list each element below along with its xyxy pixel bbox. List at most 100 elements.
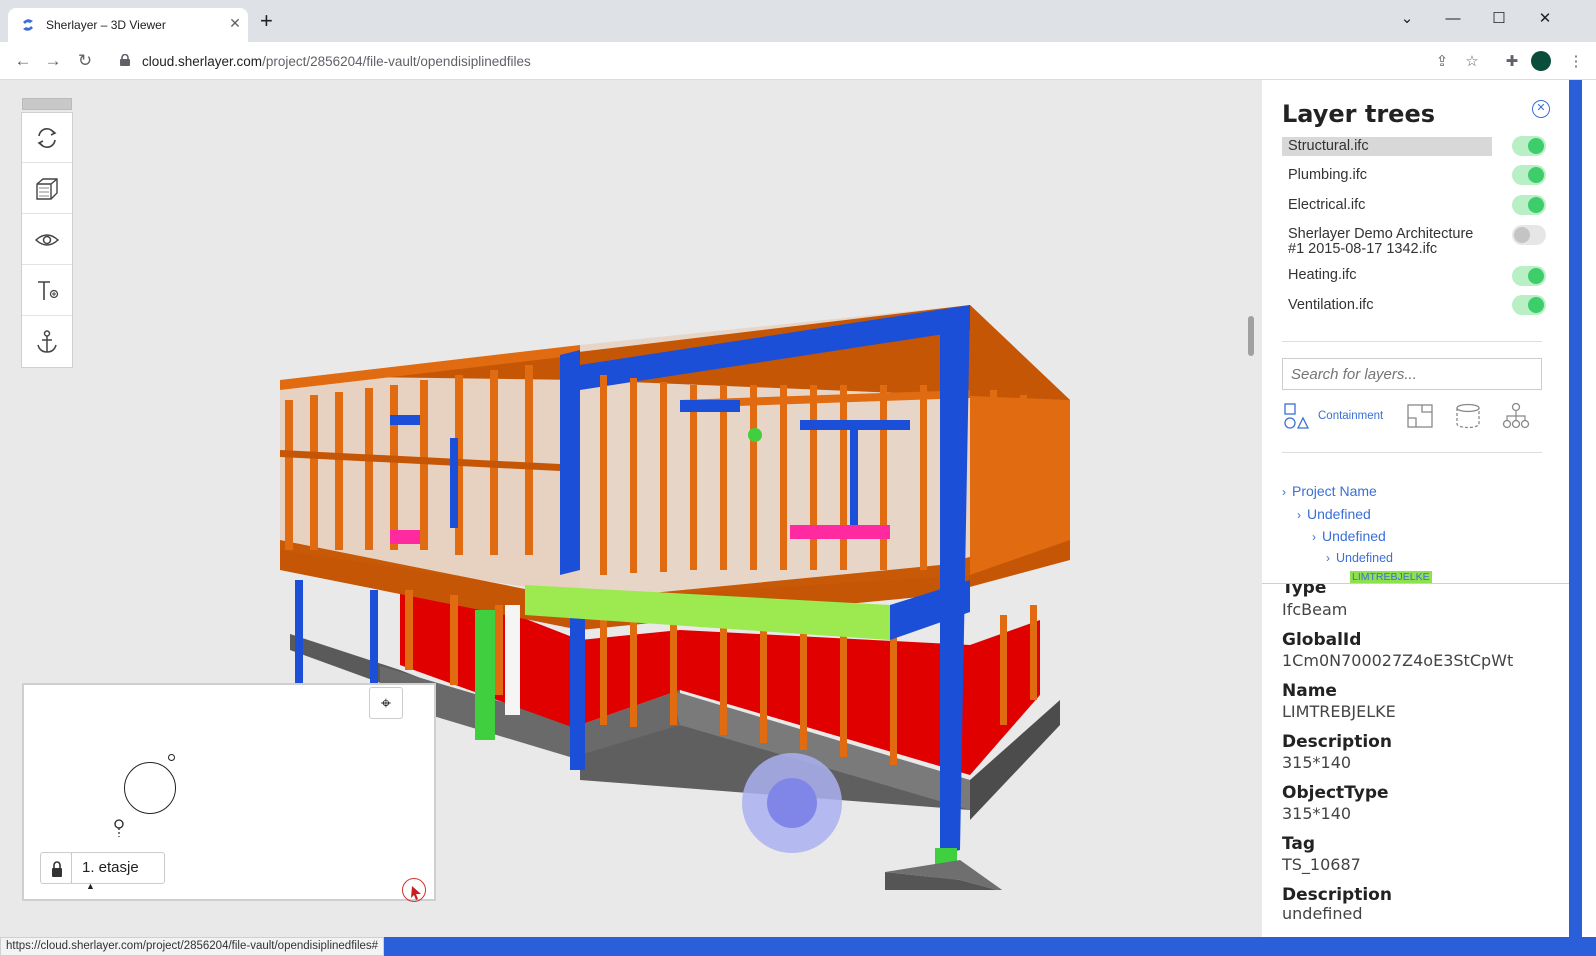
rotate-icon bbox=[37, 128, 57, 148]
layer-toggle-structural[interactable] bbox=[1512, 136, 1546, 156]
layer-item-ventilation[interactable]: Ventilation.ifc bbox=[1282, 296, 1492, 315]
containment-view-label[interactable]: Containment bbox=[1318, 410, 1383, 422]
sherlayer-logo-icon bbox=[23, 19, 33, 31]
address-bar[interactable]: cloud.sherlayer.com/project/2856204/file… bbox=[110, 46, 1498, 76]
tree-node-undefined-2[interactable]: › Undefined bbox=[1312, 528, 1386, 544]
layer-toggle-plumbing[interactable] bbox=[1512, 165, 1546, 185]
rotate-tool-button[interactable] bbox=[22, 113, 72, 163]
url-host: cloud.sherlayer.com bbox=[142, 54, 263, 69]
minimap-marker bbox=[168, 754, 175, 761]
3d-viewer-canvas[interactable]: ⌖ 1. etasje ▲ bbox=[0, 80, 1262, 938]
layer-toggle-electrical[interactable] bbox=[1512, 195, 1546, 215]
layer-trees-panel: Layer trees ✕ Structural.ifc Plumbing.if… bbox=[1262, 80, 1569, 938]
floor-plan-minimap[interactable]: ⌖ 1. etasje ▲ bbox=[22, 683, 436, 902]
tab-title: Sherlayer – 3D Viewer bbox=[46, 18, 166, 32]
property-key: Name bbox=[1282, 681, 1337, 701]
chevron-right-icon: › bbox=[1297, 508, 1301, 522]
property-key: GlobalId bbox=[1282, 630, 1362, 650]
minimap-pin-icon bbox=[114, 819, 124, 837]
status-bar: https://cloud.sherlayer.com/project/2856… bbox=[0, 937, 1596, 956]
layer-toggle-heating[interactable] bbox=[1512, 266, 1546, 286]
eye-icon bbox=[34, 234, 60, 246]
tree-node-label: Undefined bbox=[1336, 551, 1393, 565]
maximize-icon[interactable]: ☐ bbox=[1484, 6, 1514, 32]
layer-item-heating[interactable]: Heating.ifc bbox=[1282, 266, 1492, 285]
layer-search-input[interactable] bbox=[1282, 358, 1542, 390]
tab-close-icon[interactable]: ✕ bbox=[226, 14, 244, 32]
divider bbox=[1282, 341, 1542, 342]
property-value: 1Cm0N700027Z4oE3StCpWt bbox=[1282, 651, 1514, 670]
hierarchy-view-icon[interactable] bbox=[1502, 402, 1530, 430]
viewer-toolbox bbox=[21, 112, 73, 368]
layer-item-electrical[interactable]: Electrical.ifc bbox=[1282, 196, 1492, 215]
close-window-icon[interactable]: ✕ bbox=[1530, 6, 1560, 32]
minimize-icon[interactable]: — bbox=[1438, 6, 1468, 32]
panel-title: Layer trees bbox=[1282, 100, 1436, 128]
property-key: Description bbox=[1282, 885, 1392, 905]
floor-selector[interactable]: 1. etasje ▲ bbox=[71, 852, 165, 891]
tree-node-label: Undefined bbox=[1322, 528, 1386, 544]
layer-toggle-architecture[interactable] bbox=[1512, 225, 1546, 245]
anchor-icon bbox=[37, 330, 57, 353]
properties-list: Type IfcBeam GlobalId 1Cm0N700027Z4oE3St… bbox=[1262, 584, 1569, 938]
cube-tool-button[interactable] bbox=[22, 164, 72, 214]
status-url: https://cloud.sherlayer.com/project/2856… bbox=[0, 937, 385, 956]
tree-node-label: Undefined bbox=[1307, 506, 1371, 522]
bookmark-star-icon[interactable]: ☆ bbox=[1462, 52, 1482, 72]
property-key: Tag bbox=[1282, 834, 1316, 854]
tree-node-project[interactable]: › Project Name bbox=[1282, 483, 1377, 499]
panel-scrollbar[interactable] bbox=[1569, 80, 1596, 938]
property-value: LIMTREBJELKE bbox=[1282, 702, 1396, 721]
reload-icon[interactable]: ↻ bbox=[74, 50, 96, 72]
share-icon[interactable]: ⇪ bbox=[1432, 52, 1452, 72]
tree-node-label: Project Name bbox=[1292, 483, 1377, 499]
property-key: Type bbox=[1282, 584, 1327, 598]
navigation-joystick-knob[interactable] bbox=[767, 778, 817, 828]
tab-search-icon[interactable]: ⌄ bbox=[1392, 6, 1422, 32]
locate-target-icon[interactable]: ⌖ bbox=[369, 687, 403, 719]
property-value: IfcBeam bbox=[1282, 600, 1348, 619]
text-tool-button[interactable] bbox=[22, 266, 72, 316]
anchor-tool-button[interactable] bbox=[22, 317, 72, 367]
property-value: 315*140 bbox=[1282, 753, 1352, 772]
layer-item-plumbing[interactable]: Plumbing.ifc bbox=[1282, 166, 1492, 185]
url-path: /project/2856204/file-vault/opendisiplin… bbox=[262, 54, 531, 69]
tree-node-undefined-3[interactable]: › Undefined bbox=[1326, 551, 1393, 565]
extensions-icon[interactable]: ✚ bbox=[1502, 52, 1522, 72]
more-menu-icon[interactable]: ⋮ bbox=[1566, 52, 1586, 72]
cursor-indicator-icon bbox=[402, 878, 426, 902]
layer-item-structural[interactable]: Structural.ifc bbox=[1282, 137, 1492, 156]
visibility-tool-button[interactable] bbox=[22, 215, 72, 265]
property-value: undefined bbox=[1282, 904, 1363, 923]
property-key: Description bbox=[1282, 732, 1392, 752]
property-key: ObjectType bbox=[1282, 783, 1389, 803]
caret-down-icon: ▲ bbox=[86, 881, 95, 891]
lock-icon bbox=[120, 54, 130, 66]
floor-label: 1. etasje bbox=[82, 859, 139, 876]
browser-tab[interactable]: Sherlayer – 3D Viewer ✕ bbox=[8, 8, 248, 42]
browser-tab-bar: Sherlayer – 3D Viewer ✕ + ⌄ — ☐ ✕ bbox=[0, 0, 1596, 42]
close-panel-icon[interactable]: ✕ bbox=[1532, 100, 1550, 118]
text-tool-icon bbox=[38, 281, 59, 300]
toolbox-drag-handle[interactable] bbox=[22, 98, 72, 110]
layer-item-architecture[interactable]: Sherlayer Demo Architecture #1 2015-08-1… bbox=[1282, 225, 1492, 259]
lock-floor-button[interactable] bbox=[40, 852, 72, 884]
profile-avatar[interactable] bbox=[1531, 51, 1551, 71]
padlock-icon bbox=[52, 861, 62, 877]
divider bbox=[1282, 452, 1542, 453]
url-text: cloud.sherlayer.com/project/2856204/file… bbox=[142, 54, 531, 69]
back-icon[interactable]: ← bbox=[12, 50, 34, 72]
containment-view-icon[interactable] bbox=[1282, 402, 1310, 430]
tree-node-undefined-1[interactable]: › Undefined bbox=[1297, 506, 1371, 522]
new-tab-button[interactable]: + bbox=[260, 10, 273, 32]
layers-view-icon[interactable] bbox=[1454, 402, 1482, 430]
minimap-viewpoint bbox=[124, 762, 176, 814]
spatial-view-icon[interactable] bbox=[1406, 402, 1434, 430]
property-value: 315*140 bbox=[1282, 804, 1352, 823]
forward-icon[interactable]: → bbox=[42, 50, 64, 72]
browser-toolbar: ← → ↻ cloud.sherlayer.com/project/285620… bbox=[0, 42, 1596, 80]
layer-toggle-ventilation[interactable] bbox=[1512, 295, 1546, 315]
property-value: TS_10687 bbox=[1282, 855, 1361, 874]
chevron-right-icon: › bbox=[1312, 530, 1316, 544]
viewer-scrollbar[interactable] bbox=[1248, 316, 1254, 356]
